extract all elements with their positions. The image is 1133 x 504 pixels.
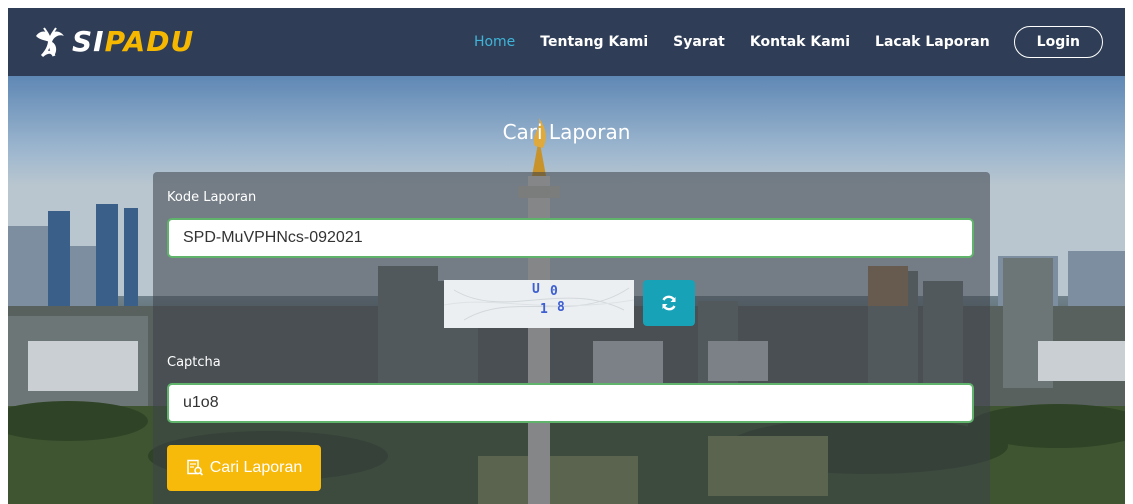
login-button[interactable]: Login	[1013, 26, 1103, 58]
nav-lacak-laporan[interactable]: Lacak Laporan	[875, 34, 990, 50]
nav-home[interactable]: Home	[474, 34, 515, 50]
cari-laporan-button[interactable]: Cari Laporan	[167, 445, 321, 491]
search-panel: Kode Laporan SPD-MuVPHNcs-092021 U 0 1 8…	[153, 172, 990, 504]
nav-tentang-kami[interactable]: Tentang Kami	[540, 34, 648, 50]
logo-mark-icon	[36, 27, 64, 58]
nav-syarat[interactable]: Syarat	[673, 34, 725, 50]
logo-text-padu: PADU	[104, 25, 195, 58]
logo-text: SIPADU	[72, 22, 194, 62]
kode-laporan-input[interactable]: SPD-MuVPHNcs-092021	[167, 218, 974, 258]
captcha-input[interactable]: u1o8	[167, 383, 974, 423]
captcha-char: U	[532, 282, 540, 297]
nav-links: Home Tentang Kami Syarat Kontak Kami Lac…	[449, 8, 1103, 76]
nav-kontak-kami[interactable]: Kontak Kami	[750, 34, 850, 50]
captcha-char: 1	[540, 302, 548, 317]
captcha-char: 8	[557, 300, 565, 315]
captcha-char: 0	[550, 284, 558, 299]
captcha-image: U 0 1 8	[444, 280, 634, 328]
captcha-label: Captcha	[167, 355, 221, 370]
refresh-icon	[662, 295, 676, 311]
refresh-captcha-button[interactable]	[643, 280, 695, 326]
logo-text-si: SI	[72, 25, 105, 58]
search-document-icon	[187, 459, 203, 476]
sipadu-logo[interactable]: SIPADU	[30, 22, 194, 62]
cari-laporan-label: Cari Laporan	[209, 459, 303, 476]
kode-laporan-label: Kode Laporan	[167, 190, 257, 205]
hero-section: Cari Laporan Kode Laporan SPD-MuVPHNcs-0…	[8, 76, 1125, 504]
navbar: SIPADU Home Tentang Kami Syarat Kontak K…	[8, 8, 1125, 76]
page-title: Cari Laporan	[502, 120, 631, 144]
